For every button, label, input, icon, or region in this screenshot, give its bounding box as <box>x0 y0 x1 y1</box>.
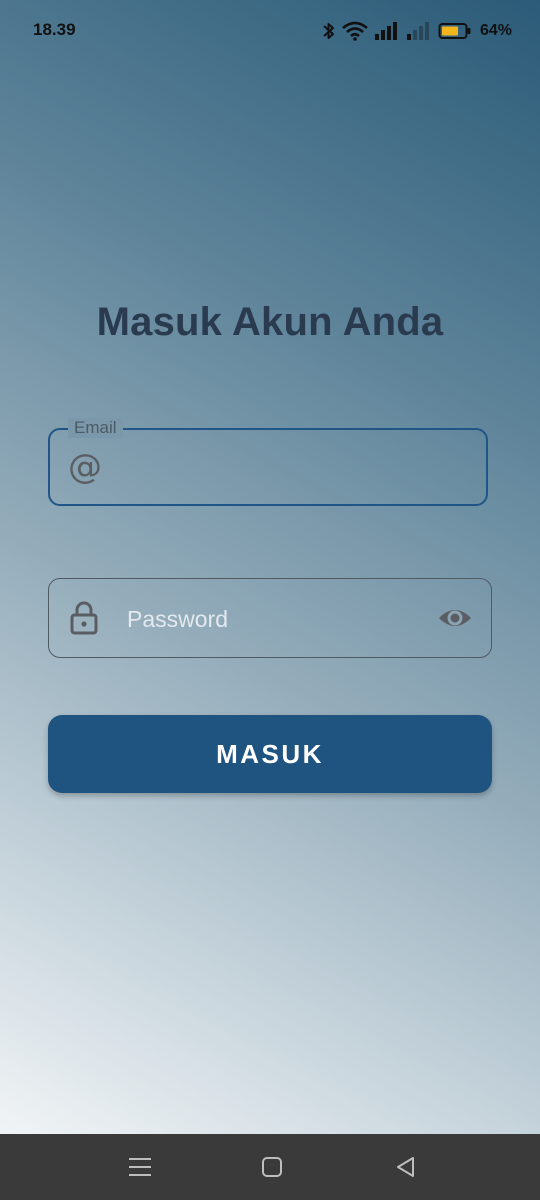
login-button[interactable]: MASUK <box>48 715 492 793</box>
menu-icon[interactable] <box>126 1154 154 1180</box>
status-bar: 18.39 64% <box>0 0 540 62</box>
back-icon[interactable] <box>392 1154 420 1180</box>
at-icon: @ <box>68 447 102 487</box>
status-time: 18.39 <box>33 20 76 39</box>
password-field[interactable] <box>48 578 492 658</box>
wifi-icon <box>342 21 368 41</box>
navigation-bar <box>0 1134 540 1200</box>
login-screen: 18.39 64% Masuk Akun Anda Email @ MASUK <box>0 0 540 1134</box>
email-field[interactable]: Email @ <box>48 418 488 506</box>
status-icons: 64% <box>322 18 512 44</box>
battery-percent: 64% <box>479 22 512 39</box>
signal-weak-icon <box>406 22 429 40</box>
bluetooth-icon <box>323 23 334 39</box>
page-title: Masuk Akun Anda <box>96 300 444 344</box>
lock-icon <box>70 601 98 635</box>
battery-icon <box>438 23 471 39</box>
password-input[interactable] <box>125 594 429 644</box>
eye-icon[interactable] <box>437 603 473 633</box>
home-icon[interactable] <box>258 1154 286 1180</box>
email-input[interactable] <box>118 444 472 494</box>
signal-icon <box>374 22 397 40</box>
email-label: Email <box>68 418 123 438</box>
